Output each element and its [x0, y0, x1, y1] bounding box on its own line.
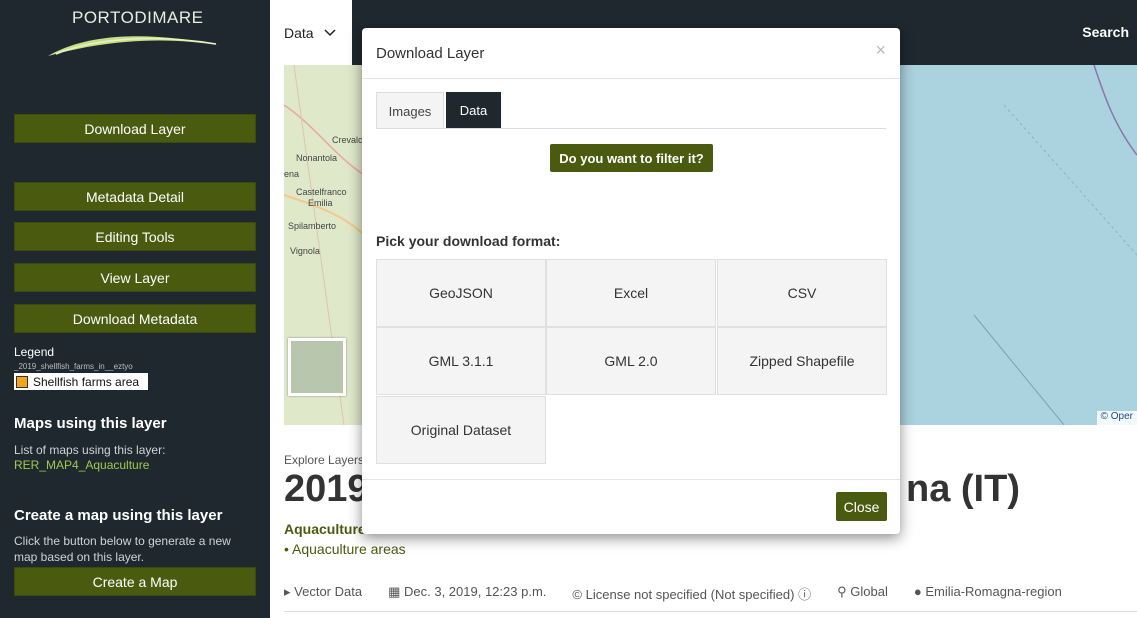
- close-icon[interactable]: ×: [875, 40, 886, 61]
- modal-header-divider: [362, 78, 900, 79]
- format-csv[interactable]: CSV: [717, 259, 887, 327]
- filter-button[interactable]: Do you want to filter it?: [550, 144, 713, 172]
- format-original-dataset[interactable]: Original Dataset: [376, 396, 546, 464]
- format-zipped-shapefile[interactable]: Zipped Shapefile: [717, 327, 887, 395]
- tab-images[interactable]: Images: [376, 92, 444, 129]
- download-layer-modal: Download Layer × Images Data Do you want…: [362, 28, 900, 534]
- format-gml-311[interactable]: GML 3.1.1: [376, 327, 546, 395]
- format-gml-20[interactable]: GML 2.0: [546, 327, 716, 395]
- modal-title: Download Layer: [376, 45, 485, 62]
- format-geojson[interactable]: GeoJSON: [376, 259, 546, 327]
- modal-footer-divider: [362, 479, 900, 480]
- format-excel[interactable]: Excel: [546, 259, 716, 327]
- tab-data[interactable]: Data: [446, 92, 501, 129]
- close-button[interactable]: Close: [836, 492, 887, 521]
- modal-overlay: Download Layer × Images Data Do you want…: [0, 0, 1137, 618]
- pick-format-label: Pick your download format:: [376, 233, 561, 249]
- tab-divider: [376, 128, 886, 129]
